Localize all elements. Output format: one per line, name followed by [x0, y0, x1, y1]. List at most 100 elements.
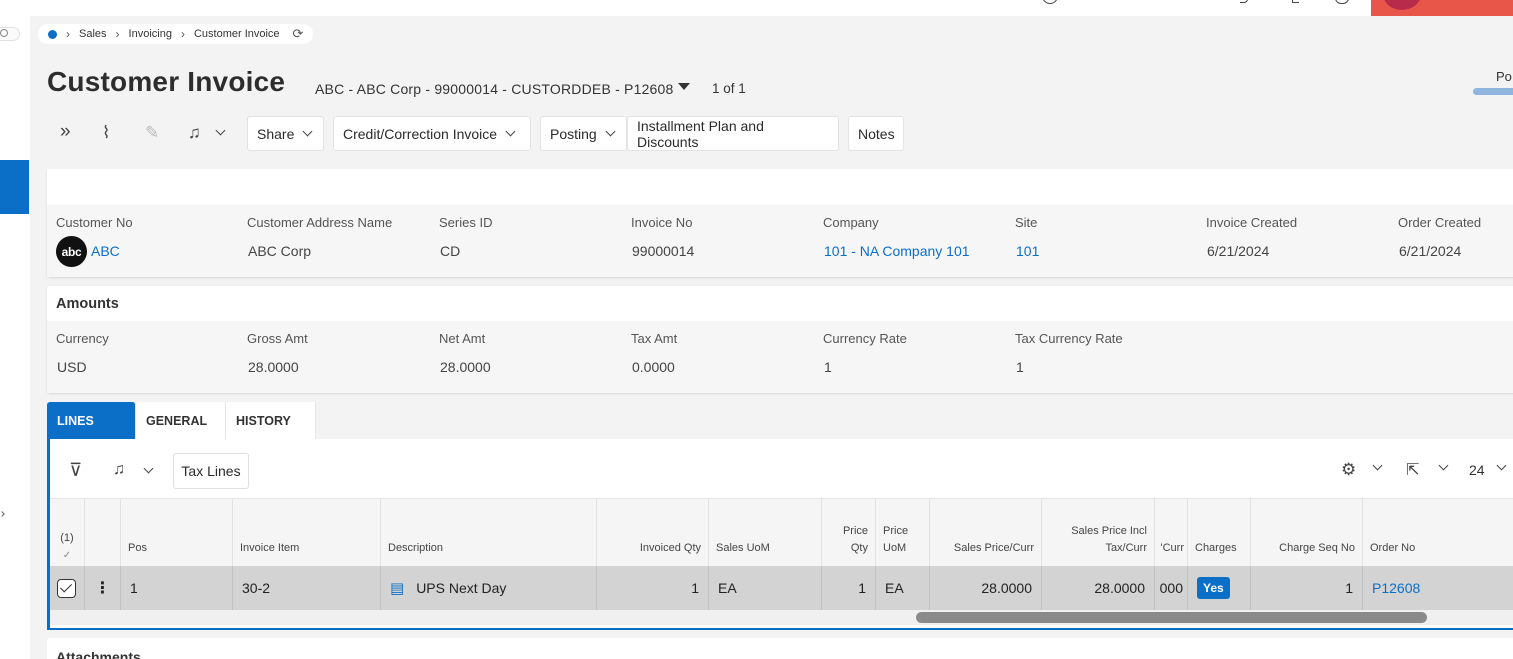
net-amt-label: Net Amt: [439, 331, 486, 346]
left-navigation-rail: [0, 0, 30, 659]
column-header-order-no[interactable]: Order No: [1363, 499, 1513, 567]
chevron-right-icon: ›: [115, 27, 120, 41]
cell-invoiced-qty: 1: [597, 566, 709, 610]
selected-count: (1): [60, 532, 74, 545]
refresh-icon[interactable]: ⟳: [293, 26, 304, 42]
column-header-invoice-item[interactable]: Invoice Item: [233, 499, 381, 567]
page-title: Customer Invoice: [47, 66, 286, 97]
price-qty-header-line1: Price: [842, 524, 868, 537]
sales-price-incl-header-line1: Sales Price Incl: [1071, 524, 1147, 537]
column-header-price-uom[interactable]: Price UoM: [876, 499, 930, 567]
tax-currency-rate-value: 1: [1016, 359, 1024, 375]
column-header-sales-price-curr[interactable]: Sales Price/Curr: [930, 499, 1042, 567]
partial-curr-header-label: 'Curr: [1160, 541, 1185, 554]
installment-plan-button[interactable]: Installment Plan and Discounts: [627, 116, 839, 151]
order-no-link[interactable]: P12608: [1372, 580, 1420, 596]
column-header-charges[interactable]: Charges: [1188, 499, 1251, 567]
row-checkbox[interactable]: [57, 578, 76, 598]
breadcrumb: › Sales › Invoicing › Customer Invoice ⟳: [38, 24, 314, 44]
invoice-item-header-label: Invoice Item: [240, 541, 300, 554]
order-created-label: Order Created: [1398, 215, 1482, 230]
export-icon[interactable]: ⇱: [1406, 460, 1419, 480]
company-link[interactable]: 101 - NA Company 101: [824, 243, 970, 259]
column-header-price-qty[interactable]: Price Qty: [822, 499, 876, 567]
customer-no-link[interactable]: ABC: [91, 243, 120, 259]
tab-history[interactable]: HISTORY: [226, 402, 316, 440]
invoice-no-value: 99000014: [632, 243, 695, 259]
record-selector[interactable]: ABC - ABC Corp - 99000014 - CUSTORDDEB -…: [315, 81, 674, 97]
net-amt-value: 28.0000: [440, 359, 491, 375]
amounts-card: Amounts Currency Gross Amt Net Amt Tax A…: [47, 286, 1513, 393]
cell-partial-curr: 000: [1155, 566, 1188, 610]
edit-icon[interactable]: ✎: [145, 123, 159, 143]
order-no-header-label: Order No: [1370, 541, 1416, 554]
site-link[interactable]: 101: [1016, 243, 1039, 259]
table-row[interactable]: ⋮ 1 30-2 ▤ UPS Next Day 1 EA 1 EA 28.000…: [50, 566, 1513, 610]
description-text: UPS Next Day: [416, 580, 507, 596]
rows-per-page-select[interactable]: 24: [1469, 462, 1485, 478]
column-header-sales-uom[interactable]: Sales UoM: [709, 499, 822, 567]
document-icon[interactable]: ▤: [390, 579, 404, 597]
status-progress-bar: [1473, 88, 1513, 95]
currency-rate-label: Currency Rate: [823, 331, 907, 346]
breadcrumb-item-invoicing[interactable]: Invoicing: [129, 28, 172, 40]
cell-sales-price-incl-tax: 28.0000: [1042, 566, 1155, 610]
charges-header-label: Charges: [1195, 541, 1237, 554]
tax-lines-button[interactable]: Tax Lines: [173, 453, 249, 489]
column-header-pos[interactable]: Pos: [121, 499, 233, 567]
posting-label: Posting: [550, 125, 597, 142]
row-menu-icon[interactable]: ⋮: [85, 566, 121, 610]
chevron-down-icon: [505, 126, 516, 137]
search-icon[interactable]: [0, 29, 8, 37]
series-id-label: Series ID: [439, 215, 493, 230]
posting-button[interactable]: Posting: [540, 116, 627, 151]
top-header-strip: [30, 0, 1513, 16]
site-label: Site: [1015, 215, 1038, 230]
chevron-down-icon[interactable]: [215, 125, 226, 136]
avatar[interactable]: [1383, 0, 1421, 10]
pos-header-label: Pos: [128, 541, 147, 554]
column-header-invoiced-qty[interactable]: Invoiced Qty: [597, 499, 709, 567]
tab-general[interactable]: GENERAL: [136, 402, 226, 440]
credit-correction-invoice-button[interactable]: Credit/Correction Invoice: [333, 116, 531, 151]
horizontal-scrollbar-thumb[interactable]: [916, 612, 1427, 623]
home-icon[interactable]: [48, 29, 57, 39]
description-header-label: Description: [388, 541, 444, 554]
breadcrumb-item-customer-invoice: Customer Invoice: [193, 28, 280, 40]
expand-panel-icon[interactable]: »: [60, 121, 71, 143]
installment-plan-label: Installment Plan and Discounts: [637, 117, 764, 150]
bell-icon[interactable]: [1240, 0, 1248, 3]
gear-icon[interactable]: ⚙: [1341, 460, 1356, 480]
paperclip-icon[interactable]: ⌇: [102, 123, 110, 143]
filter-icon[interactable]: ⊽: [69, 460, 82, 481]
profile-menu[interactable]: [1371, 0, 1513, 16]
currency-value: USD: [57, 359, 87, 375]
tab-lines[interactable]: LINES: [47, 402, 136, 440]
select-all-column[interactable]: (1) ✓: [50, 499, 85, 567]
check-icon: ✓: [62, 549, 72, 561]
column-header-description[interactable]: Description: [381, 499, 597, 567]
record-count: 1 of 1: [712, 81, 746, 96]
share-button[interactable]: Share: [247, 116, 324, 151]
help-icon[interactable]: [1292, 0, 1299, 3]
column-header-partial-curr[interactable]: 'Curr: [1155, 499, 1188, 567]
lines-table-header: (1) ✓ Pos Invoice Item Description Invoi…: [50, 498, 1513, 567]
nav-item-active[interactable]: [0, 160, 29, 214]
tax-amt-label: Tax Amt: [631, 331, 678, 346]
cell-price-qty: 1: [822, 566, 876, 610]
sales-uom-header-label: Sales UoM: [716, 541, 770, 554]
bell-icon[interactable]: ♫: [188, 123, 201, 143]
notes-label: Notes: [858, 125, 895, 142]
apps-icon[interactable]: [1335, 0, 1349, 4]
invoice-created-label: Invoice Created: [1206, 215, 1298, 230]
chevron-right-icon[interactable]: [0, 511, 5, 517]
notes-button[interactable]: Notes: [848, 116, 904, 151]
caret-down-icon[interactable]: [678, 83, 690, 90]
bell-icon[interactable]: ♫: [113, 461, 125, 479]
breadcrumb-item-sales[interactable]: Sales: [79, 28, 107, 40]
column-header-charge-seq-no[interactable]: Charge Seq No: [1251, 499, 1363, 567]
row-select-cell[interactable]: [50, 566, 85, 610]
column-header-sales-price-incl-tax[interactable]: Sales Price Incl Tax/Curr: [1042, 499, 1155, 567]
cell-price-uom: EA: [876, 566, 930, 610]
user-icon[interactable]: [1042, 0, 1058, 4]
